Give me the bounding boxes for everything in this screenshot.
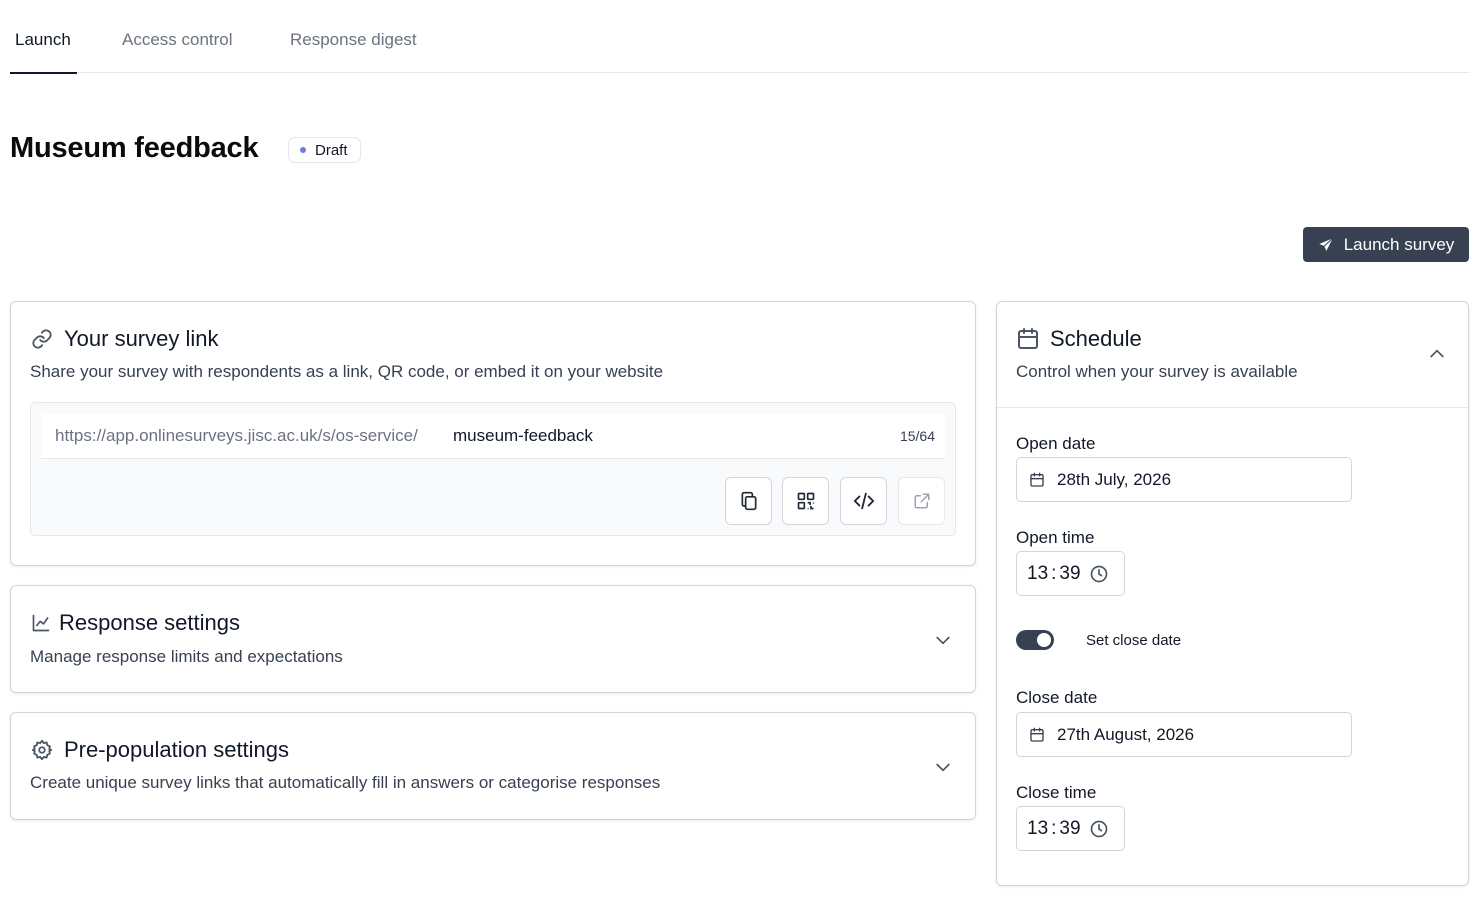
response-settings-description: Manage response limits and expectations <box>30 647 343 666</box>
qr-code-icon <box>796 491 816 511</box>
survey-link-row: https://app.onlinesurveys.jisc.ac.uk/s/o… <box>41 413 945 459</box>
status-badge: Draft <box>288 137 361 163</box>
open-date-label: Open date <box>1016 434 1096 453</box>
chart-line-icon <box>31 613 51 633</box>
tab-bar: Launch Access control Response digest <box>10 0 1469 74</box>
time-separator: : <box>1051 562 1057 584</box>
schedule-description: Control when your survey is available <box>1016 362 1298 381</box>
response-settings-title: Response settings <box>59 610 240 635</box>
open-time-minutes[interactable]: 39 <box>1059 563 1080 585</box>
prepopulation-settings-title: Pre-population settings <box>64 737 290 762</box>
launch-survey-label: Launch survey <box>1343 234 1455 254</box>
page-title: Museum feedback <box>10 132 259 164</box>
close-time-label: Close time <box>1016 783 1097 802</box>
send-icon <box>1318 237 1334 253</box>
close-date-toggle[interactable] <box>1016 630 1054 650</box>
status-badge-label: Draft <box>315 141 348 159</box>
embed-code-button[interactable] <box>840 477 887 525</box>
launch-survey-button[interactable]: Launch survey <box>1303 227 1469 262</box>
chevron-down-icon[interactable] <box>933 630 953 650</box>
survey-link-card: Your survey link Share your survey with … <box>10 301 976 566</box>
close-time-hours[interactable]: 13 <box>1027 818 1048 840</box>
code-icon <box>853 490 875 512</box>
close-date-picker[interactable]: 27th August, 2026 <box>1016 712 1352 757</box>
survey-link-title: Your survey link <box>64 326 219 351</box>
link-icon <box>31 328 53 350</box>
close-date-value: 27th August, 2026 <box>1057 724 1195 744</box>
qr-code-button[interactable] <box>782 477 829 525</box>
external-link-icon <box>913 492 931 510</box>
clock-icon <box>1089 819 1109 839</box>
schedule-card: Schedule Control when your survey is ava… <box>996 301 1469 886</box>
copy-icon <box>739 491 759 511</box>
calendar-icon <box>1016 327 1040 351</box>
close-time-minutes[interactable]: 39 <box>1059 818 1080 840</box>
time-separator: : <box>1051 817 1057 839</box>
toggle-knob <box>1037 633 1051 647</box>
copy-link-button[interactable] <box>725 477 772 525</box>
close-date-label: Close date <box>1016 688 1098 707</box>
chevron-down-icon[interactable] <box>933 757 953 777</box>
survey-link-description: Share your survey with respondents as a … <box>30 362 664 381</box>
calendar-icon <box>1029 727 1045 743</box>
open-time-label: Open time <box>1016 528 1095 547</box>
status-dot-icon <box>300 147 306 153</box>
survey-url-prefix: https://app.onlinesurveys.jisc.ac.uk/s/o… <box>55 426 418 445</box>
open-time-picker[interactable]: 13 : 39 <box>1016 551 1125 596</box>
prepopulation-settings-card[interactable]: Pre-population settings Create unique su… <box>10 712 976 820</box>
survey-slug-input[interactable] <box>453 426 853 446</box>
open-link-button[interactable] <box>898 477 945 525</box>
tab-response-digest[interactable]: Response digest <box>290 30 417 73</box>
open-date-value: 28th July, 2026 <box>1057 469 1172 489</box>
gear-icon <box>31 739 53 761</box>
open-time-hours[interactable]: 13 <box>1027 563 1048 585</box>
clock-icon <box>1089 564 1109 584</box>
close-date-toggle-label: Set close date <box>1086 632 1182 649</box>
response-settings-card[interactable]: Response settings Manage response limits… <box>10 585 976 693</box>
prepopulation-settings-description: Create unique survey links that automati… <box>30 773 661 792</box>
tab-access-control[interactable]: Access control <box>122 30 233 73</box>
close-time-picker[interactable]: 13 : 39 <box>1016 806 1125 851</box>
calendar-icon <box>1029 472 1045 488</box>
slug-char-count: 15/64 <box>899 428 935 444</box>
schedule-divider <box>997 407 1468 408</box>
open-date-picker[interactable]: 28th July, 2026 <box>1016 457 1352 502</box>
chevron-up-icon[interactable] <box>1427 344 1447 364</box>
schedule-title: Schedule <box>1050 326 1142 351</box>
tab-launch[interactable]: Launch <box>10 30 77 74</box>
survey-link-box: https://app.onlinesurveys.jisc.ac.uk/s/o… <box>30 402 956 536</box>
